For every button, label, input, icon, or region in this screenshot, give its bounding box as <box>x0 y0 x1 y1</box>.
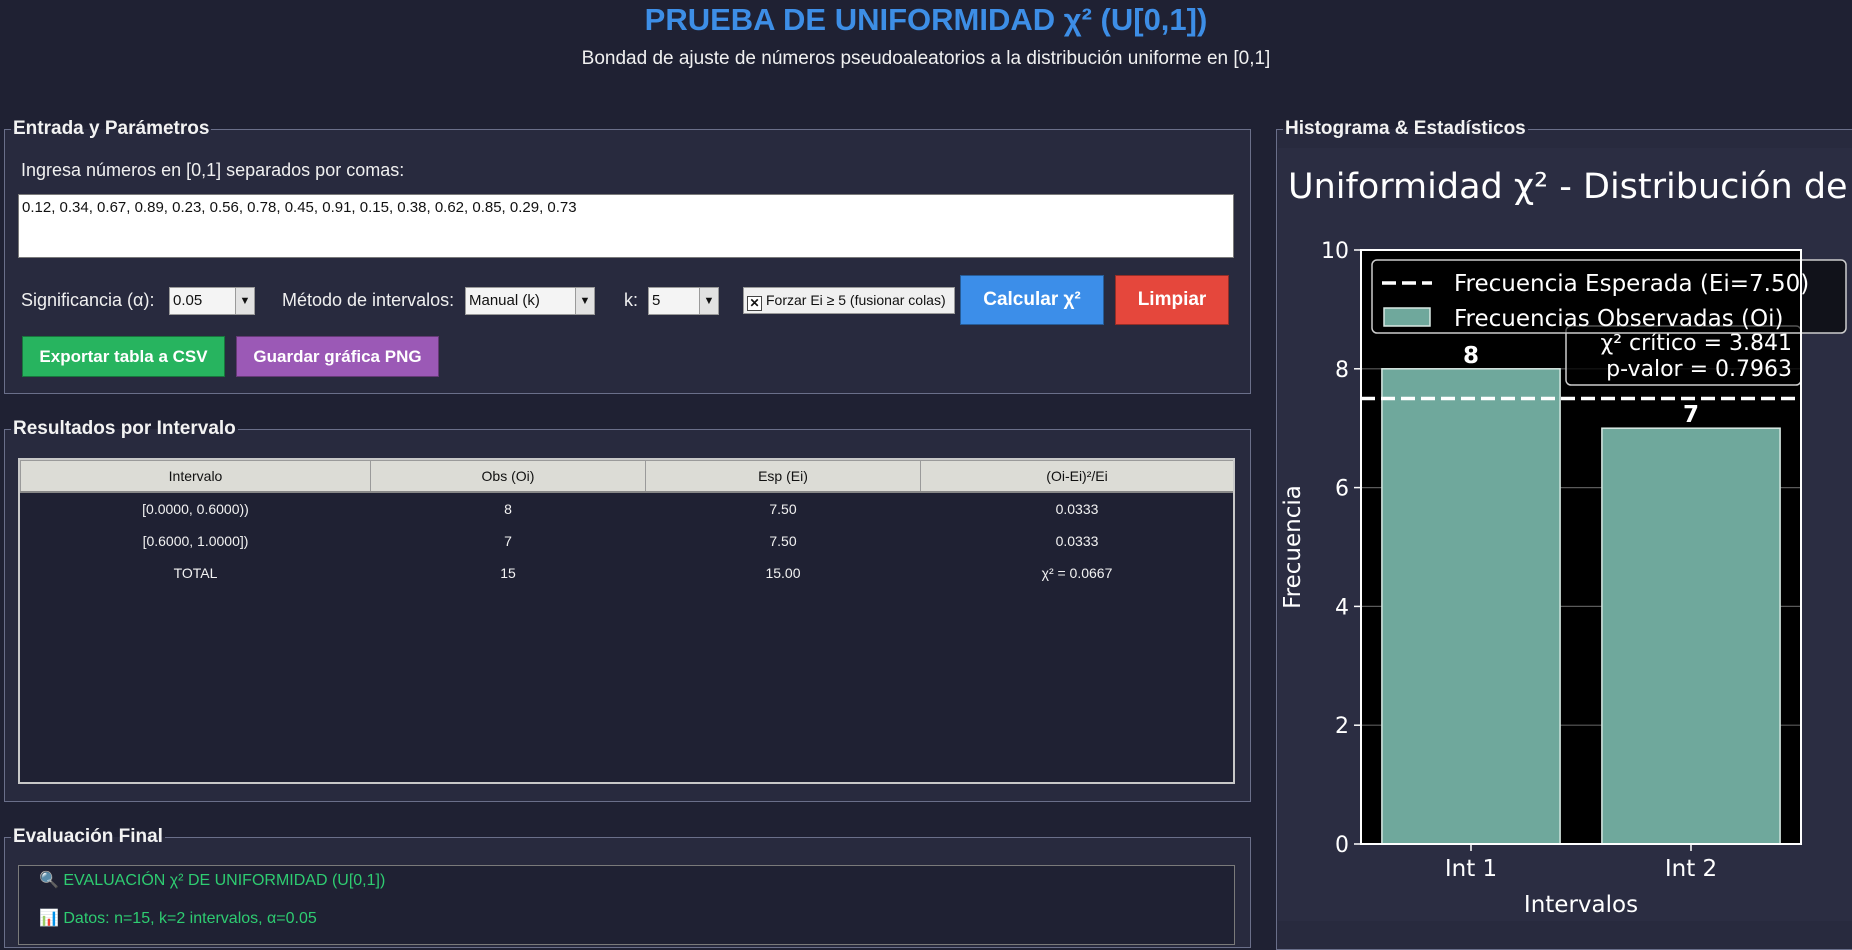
page-title: PRUEBA DE UNIFORMIDAD χ² (U[0,1]) <box>644 2 1208 37</box>
bar <box>1601 427 1781 845</box>
alpha-select-value: 0.05 <box>173 292 203 309</box>
legend: Frecuencia Esperada (Ei=7.50) Frecuencias… <box>1371 259 1847 334</box>
search-icon: 🔍 <box>39 872 59 889</box>
table-cell: 8 <box>504 501 512 517</box>
table-header-row: Intervalo Obs (Oi) Esp (Ei) (Oi-Ei)²/Ei <box>20 460 1233 493</box>
column-header[interactable]: (Oi-Ei)²/Ei <box>920 460 1233 493</box>
alpha-select[interactable]: 0.05 ▼ <box>169 287 255 315</box>
calculate-button[interactable]: Calcular χ² <box>960 275 1104 325</box>
column-header[interactable]: Obs (Oi) <box>370 460 646 493</box>
k-label: k: <box>624 290 639 310</box>
checkbox-checked-icon[interactable]: ✕ <box>747 296 762 311</box>
merge-tails-checkbox[interactable]: ✕ Forzar Ei ≥ 5 (fusionar colas) <box>743 287 955 314</box>
data-label: 8 <box>1463 343 1479 369</box>
results-table-container: Intervalo Obs (Oi) Esp (Ei) (Oi-Ei)²/Ei … <box>18 458 1235 784</box>
page-subtitle: Bondad de ajuste de números pseudoaleato… <box>581 48 1271 69</box>
save-png-button[interactable]: Guardar gráfica PNG <box>236 336 439 377</box>
x-axis-label: Intervalos <box>1524 892 1638 918</box>
eval-line: 🔍 EVALUACIÓN χ² DE UNIFORMIDAD (U[0,1]) <box>39 870 385 890</box>
method-select-value: Manual (k) <box>469 292 540 309</box>
bar <box>1381 368 1561 845</box>
table-cell: 15 <box>500 565 516 581</box>
data-label: 7 <box>1683 402 1699 428</box>
stats-line: χ² crítico = 3.841 <box>1601 331 1792 356</box>
eval-line-text: Datos: n=15, k=2 intervalos, α=0.05 <box>63 910 317 927</box>
x-tick-label: Int 2 <box>1665 856 1717 882</box>
chart-icon: 📊 <box>39 910 59 927</box>
stats-line: p-valor = 0.7963 <box>1606 357 1792 382</box>
table-cell: 7.50 <box>769 533 797 549</box>
chevron-down-icon[interactable]: ▼ <box>235 288 254 314</box>
clear-button[interactable]: Limpiar <box>1115 275 1229 325</box>
table-cell: [0.6000, 1.0000]) <box>142 533 249 549</box>
table-row[interactable]: [0.0000, 0.6000)) 8 7.50 0.0333 <box>21 492 1234 525</box>
k-select[interactable]: 5 ▼ <box>648 287 719 315</box>
table-cell: 0.0333 <box>1055 501 1099 517</box>
column-header[interactable]: Esp (Ei) <box>645 460 921 493</box>
chevron-down-icon[interactable]: ▼ <box>699 288 718 314</box>
stats-box: χ² crítico = 3.841p-valor = 0.7963 <box>1565 325 1802 386</box>
results-panel-legend: Resultados por Intervalo <box>13 418 236 439</box>
table-cell: 15.00 <box>765 565 801 581</box>
legend-entry: Frecuencias Observadas (Oi) <box>1454 306 1783 332</box>
eval-output: 🔍 EVALUACIÓN χ² DE UNIFORMIDAD (U[0,1]) … <box>18 865 1235 945</box>
y-tick-label: 10 <box>1321 239 1349 264</box>
y-tick-label: 2 <box>1335 714 1349 739</box>
y-axis-label: Frecuencia <box>1280 485 1306 609</box>
plot-area: 0 2 4 6 8 10 8 Int 1 7 Int 2 χ² crítico = 3.841p-v… <box>1321 239 1847 882</box>
merge-tails-label: Forzar Ei ≥ 5 (fusionar colas) <box>766 292 946 308</box>
table-cell: χ² = 0.0667 <box>1041 565 1113 581</box>
y-tick-label: 8 <box>1335 358 1349 383</box>
input-panel-legend: Entrada y Parámetros <box>13 118 210 139</box>
table-row[interactable]: TOTAL 15 15.00 χ² = 0.0667 <box>21 557 1234 589</box>
column-header[interactable]: Intervalo <box>20 460 371 493</box>
legend-swatch-bar <box>1383 307 1431 327</box>
table-cell: 7 <box>504 533 512 549</box>
k-select-value: 5 <box>652 292 661 309</box>
export-csv-button[interactable]: Exportar tabla a CSV <box>22 336 225 377</box>
y-tick-label: 0 <box>1335 833 1349 858</box>
table-cell: [0.0000, 0.6000)) <box>142 501 249 517</box>
table-cell: 7.50 <box>769 501 797 517</box>
numbers-prompt: Ingresa números en [0,1] separados por c… <box>21 160 405 180</box>
chevron-down-icon[interactable]: ▼ <box>575 288 594 314</box>
table-cell: 0.0333 <box>1055 533 1099 549</box>
method-select[interactable]: Manual (k) ▼ <box>465 287 595 315</box>
y-tick-label: 6 <box>1335 477 1349 502</box>
x-tick-label: Int 1 <box>1445 856 1497 882</box>
histogram-chart: Uniformidad χ² - Distribución de 0 2 4 6 8 10… <box>1278 148 1852 921</box>
header: PRUEBA DE UNIFORMIDAD χ² (U[0,1]) Bondad… <box>0 0 1852 118</box>
legend-entry: Frecuencia Esperada (Ei=7.50) <box>1454 271 1809 297</box>
table-cell: TOTAL <box>173 565 218 581</box>
table-row[interactable]: [0.6000, 1.0000]) 7 7.50 0.0333 <box>21 525 1234 557</box>
eval-line: 📊 Datos: n=15, k=2 intervalos, α=0.05 <box>39 908 317 928</box>
chart-title: Uniformidad χ² - Distribución de <box>1288 167 1848 207</box>
results-table: Intervalo Obs (Oi) Esp (Ei) (Oi-Ei)²/Ei … <box>20 460 1234 589</box>
method-label: Método de intervalos: <box>282 290 455 310</box>
eval-panel-legend: Evaluación Final <box>13 826 163 847</box>
eval-line-text: EVALUACIÓN χ² DE UNIFORMIDAD (U[0,1]) <box>63 872 386 889</box>
y-tick-label: 4 <box>1335 595 1349 620</box>
histogram-panel-legend: Histograma & Estadísticos <box>1285 118 1526 139</box>
numbers-input[interactable]: 0.12, 0.34, 0.67, 0.89, 0.23, 0.56, 0.78… <box>18 194 1234 258</box>
alpha-label: Significancia (α): <box>21 290 155 310</box>
